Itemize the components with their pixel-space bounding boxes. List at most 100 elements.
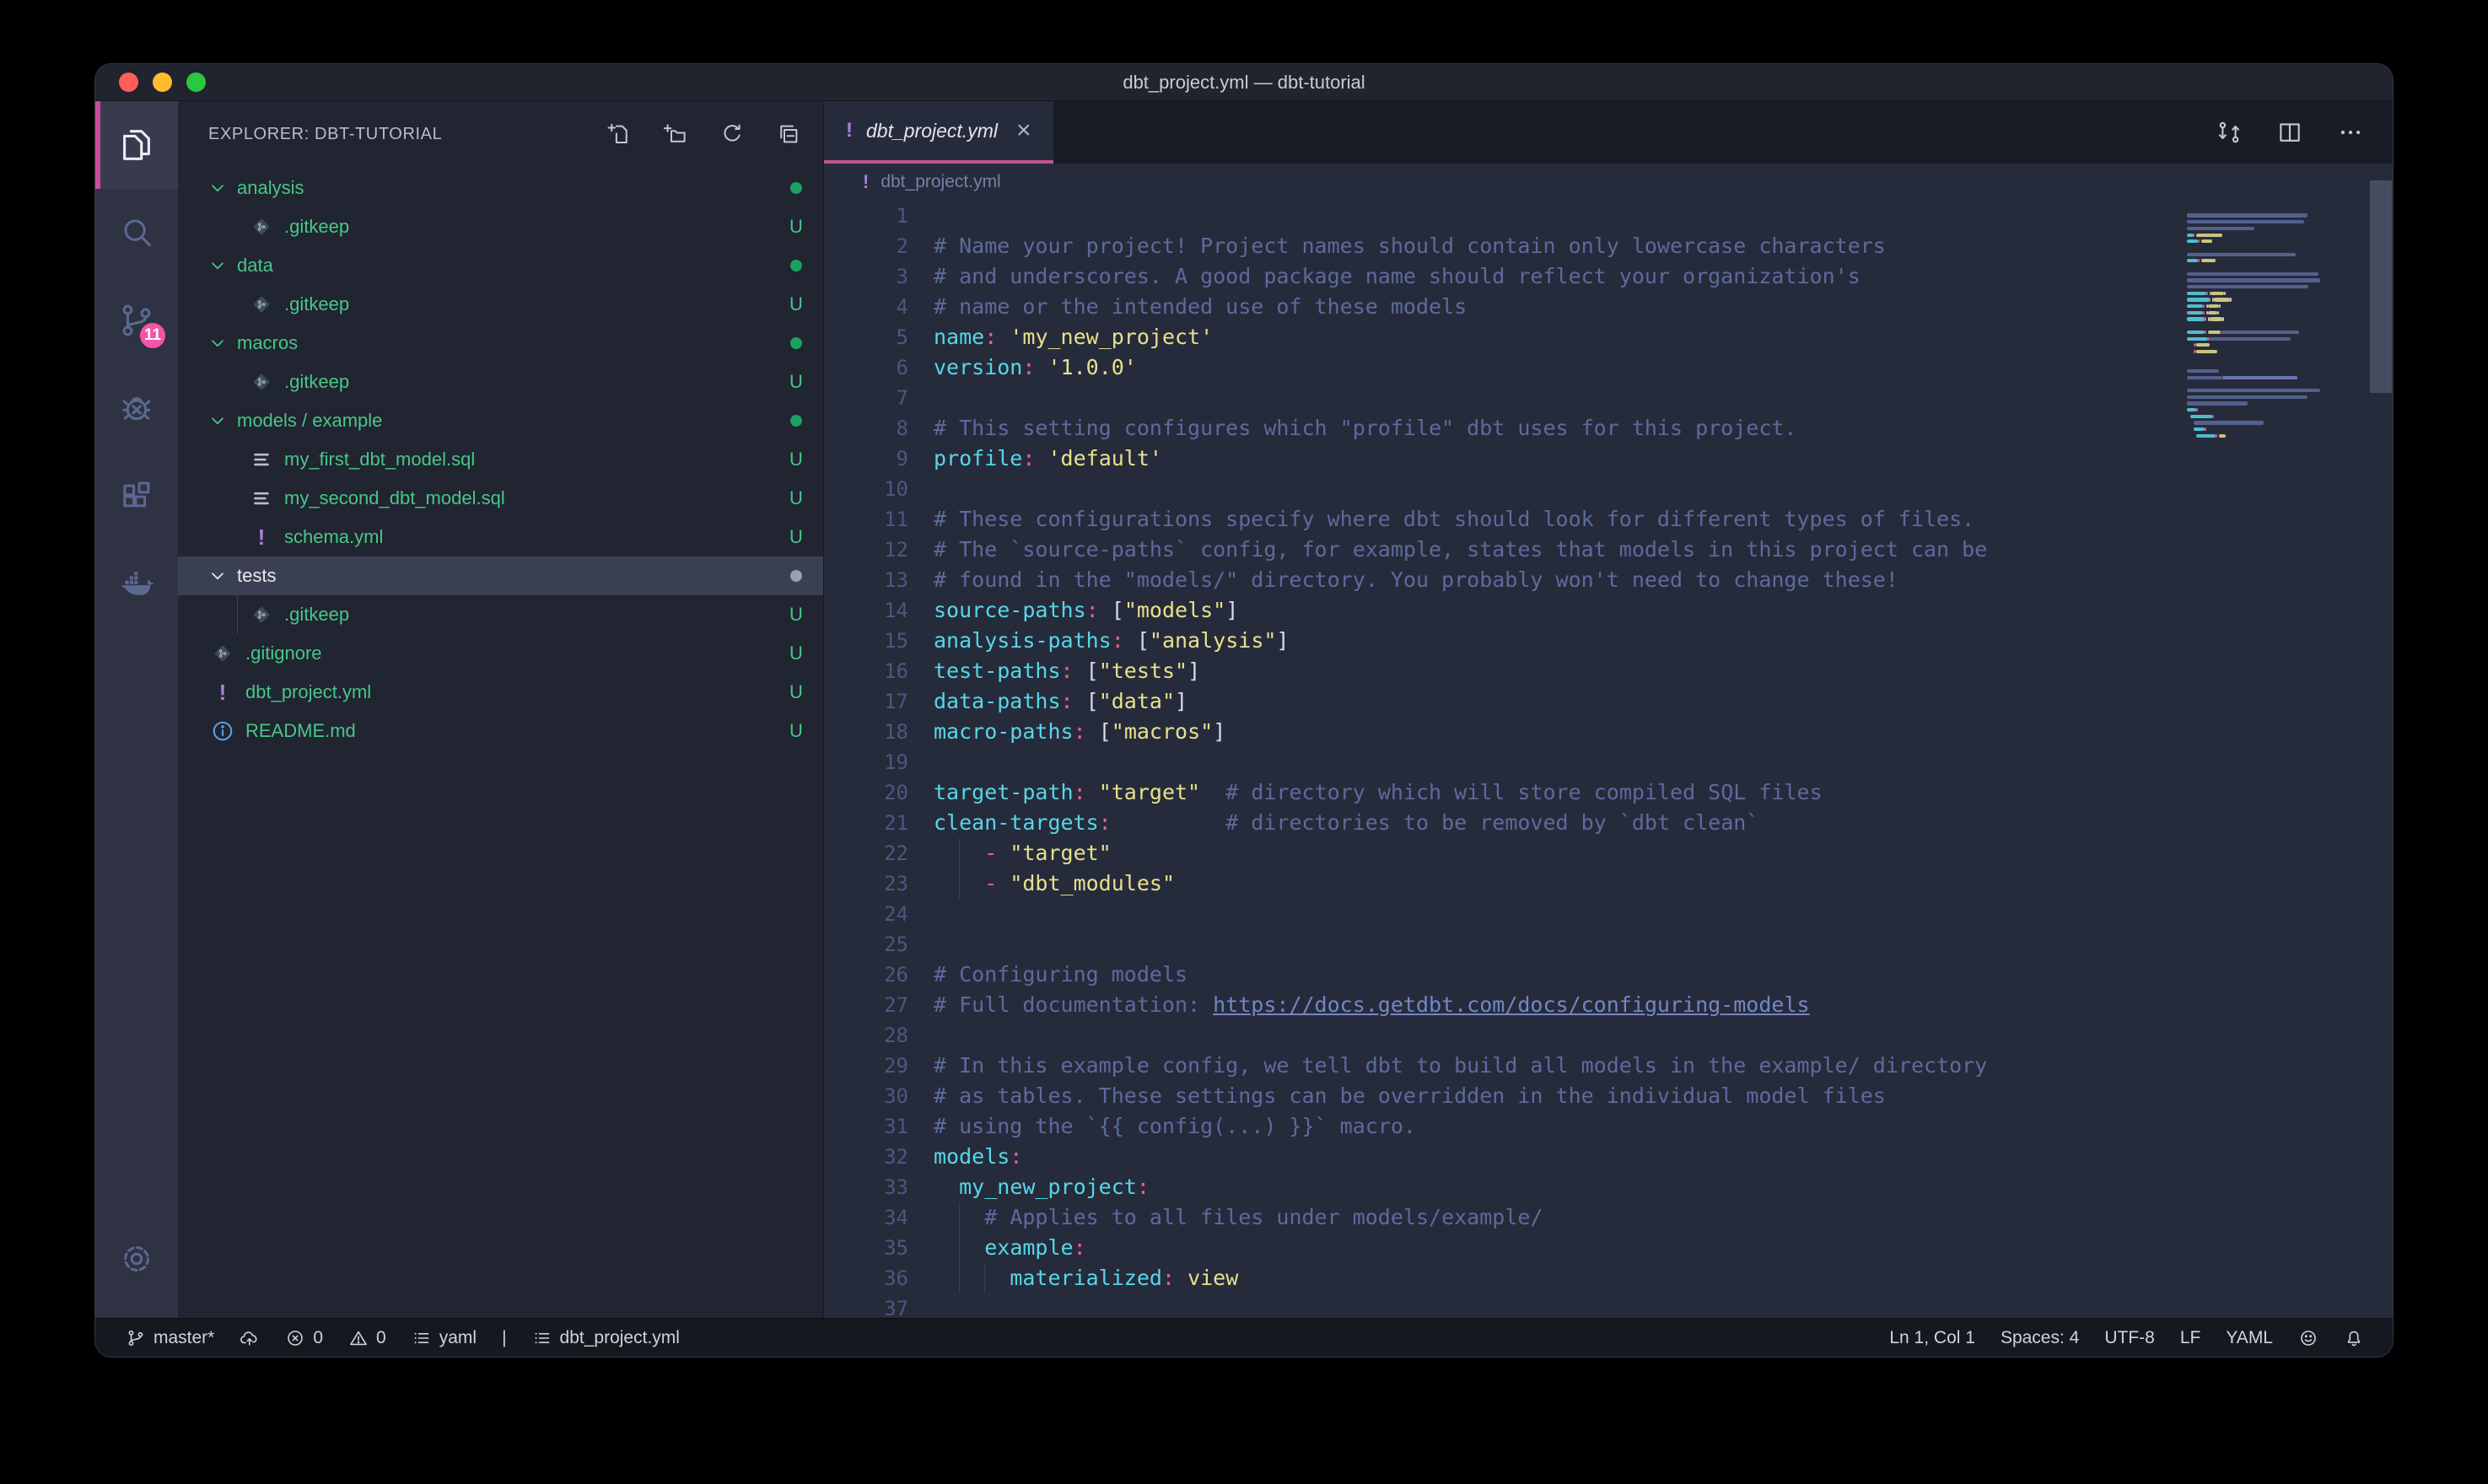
code-line-8[interactable]: 8# This setting configures which "profil… [824,413,2393,444]
code-line-7[interactable]: 7 [824,383,2393,413]
activity-item-search[interactable] [95,189,178,277]
code-line-10[interactable]: 10 [824,474,2393,504]
list-outline-icon [532,1328,552,1348]
tree-file--gitkeep[interactable]: .gitkeepU [178,595,823,634]
tree-file--gitignore[interactable]: .gitignoreU [178,634,823,673]
minimap[interactable] [2187,206,2332,445]
code-line-16[interactable]: 16test-paths: ["tests"] [824,656,2393,686]
line-content: # as tables. These settings can be overr… [934,1081,2393,1111]
code-line-18[interactable]: 18macro-paths: ["macros"] [824,717,2393,747]
tree-item-label: .gitkeep [284,604,779,626]
activity-item-settings[interactable] [95,1215,178,1303]
code-line-29[interactable]: 29# In this example config, we tell dbt … [824,1051,2393,1081]
code-line-31[interactable]: 31# using the `{{ config(...) }}` macro. [824,1111,2393,1142]
activity-item-docker[interactable] [95,540,178,627]
code-line-34[interactable]: 34 # Applies to all files under models/e… [824,1202,2393,1233]
status-errors[interactable]: 0 [285,1328,323,1348]
activity-item-extensions[interactable] [95,452,178,540]
code-line-37[interactable]: 37 [824,1293,2393,1318]
tab-dbt-project-yml[interactable]: ! dbt_project.yml × [824,101,1053,164]
minimap-line [2187,413,2332,420]
code-line-19[interactable]: 19 [824,747,2393,777]
tree-file-dbt-project-yml[interactable]: !dbt_project.ymlU [178,673,823,712]
code-line-2[interactable]: 2# Name your project! Project names shou… [824,231,2393,261]
new-folder-icon[interactable] [663,121,688,147]
status-feedback[interactable] [2298,1328,2318,1348]
status-warnings[interactable]: 0 [348,1328,386,1348]
tree-folder-tests[interactable]: tests [178,556,823,595]
tree-file--gitkeep[interactable]: .gitkeepU [178,285,823,324]
new-file-icon[interactable] [606,121,632,147]
more-actions-icon[interactable] [2337,119,2364,146]
status-publish-changes[interactable] [240,1328,260,1348]
tree-folder-data[interactable]: data [178,246,823,285]
status-outline-language[interactable]: yaml [412,1328,477,1348]
status-notifications[interactable] [2344,1328,2364,1348]
tree-file-readme-md[interactable]: README.mdU [178,712,823,750]
status-branch-status[interactable]: master* [126,1328,214,1348]
collapse-all-icon[interactable] [776,121,801,147]
code-line-28[interactable]: 28 [824,1020,2393,1051]
code-line-14[interactable]: 14source-paths: ["models"] [824,595,2393,626]
activity-item-explorer[interactable] [95,101,178,189]
minimap-line [2187,251,2332,258]
tab-close-icon[interactable]: × [1016,118,1031,143]
minimap-line [2187,297,2332,304]
modified-dot [779,410,813,432]
code-line-36[interactable]: 36 materialized: view [824,1263,2393,1293]
code-line-5[interactable]: 5name: 'my_new_project' [824,322,2393,352]
tree-file--gitkeep[interactable]: .gitkeepU [178,207,823,246]
tree-file-my-second-dbt-model-sql[interactable]: my_second_dbt_model.sqlU [178,479,823,518]
tree-file-my-first-dbt-model-sql[interactable]: my_first_dbt_model.sqlU [178,440,823,479]
tree-folder-models-example[interactable]: models / example [178,401,823,440]
code-line-22[interactable]: 22 - "target" [824,838,2393,868]
status-encoding[interactable]: UTF-8 [2104,1328,2155,1348]
code-line-25[interactable]: 25 [824,929,2393,960]
code-line-24[interactable]: 24 [824,899,2393,929]
code-area[interactable]: 12# Name your project! Project names sho… [824,201,2393,1318]
code-line-27[interactable]: 27# Full documentation: https://docs.get… [824,990,2393,1020]
code-line-15[interactable]: 15analysis-paths: ["analysis"] [824,626,2393,656]
status-indentation[interactable]: Spaces: 4 [2001,1328,2079,1348]
code-line-3[interactable]: 3# and underscores. A good package name … [824,261,2393,292]
line-number: 7 [824,383,934,413]
code-line-13[interactable]: 13# found in the "models/" directory. Yo… [824,565,2393,595]
code-line-35[interactable]: 35 example: [824,1233,2393,1263]
code-line-1[interactable]: 1 [824,201,2393,231]
code-line-23[interactable]: 23 - "dbt_modules" [824,868,2393,899]
code-line-11[interactable]: 11# These configurations specify where d… [824,504,2393,535]
tree-file--gitkeep[interactable]: .gitkeepU [178,363,823,401]
scrollbar-thumb[interactable] [2370,180,2392,393]
code-line-17[interactable]: 17data-paths: ["data"] [824,686,2393,717]
tree-folder-analysis[interactable]: analysis [178,169,823,207]
titlebar[interactable]: dbt_project.yml — dbt-tutorial [95,64,2393,101]
status-cursor-position[interactable]: Ln 1, Col 1 [1889,1328,1975,1348]
activity-item-run-debug[interactable] [95,364,178,452]
activity-item-source-control[interactable]: 11 [95,277,178,364]
code-line-6[interactable]: 6version: '1.0.0' [824,352,2393,383]
line-content: # and underscores. A good package name s… [934,261,2393,292]
tree-folder-macros[interactable]: macros [178,324,823,363]
tab-label: dbt_project.yml [866,120,998,142]
split-editor-icon[interactable] [2276,119,2303,146]
code-line-12[interactable]: 12# The `source-paths` config, for examp… [824,535,2393,565]
open-changes-icon[interactable] [2216,119,2243,146]
status-outline-file[interactable]: dbt_project.yml [532,1328,680,1348]
code-line-21[interactable]: 21clean-targets: # directories to be rem… [824,808,2393,838]
indent-guide [959,1202,960,1233]
code-line-26[interactable]: 26# Configuring models [824,960,2393,990]
code-line-9[interactable]: 9profile: 'default' [824,444,2393,474]
status-eol[interactable]: LF [2180,1328,2201,1348]
code-line-32[interactable]: 32models: [824,1142,2393,1172]
code-line-4[interactable]: 4# name or the intended use of these mod… [824,292,2393,322]
code-line-20[interactable]: 20target-path: "target" # directory whic… [824,777,2393,808]
status-language-mode[interactable]: YAML [2226,1328,2273,1348]
code-line-30[interactable]: 30# as tables. These settings can be ove… [824,1081,2393,1111]
line-number: 6 [824,352,934,383]
tree-file-schema-yml[interactable]: !schema.ymlU [178,518,823,556]
code-line-33[interactable]: 33 my_new_project: [824,1172,2393,1202]
debug-icon [117,389,156,427]
refresh-icon[interactable] [719,121,745,147]
breadcrumb[interactable]: ! dbt_project.yml [824,164,2393,201]
minimap-line [2187,271,2332,277]
